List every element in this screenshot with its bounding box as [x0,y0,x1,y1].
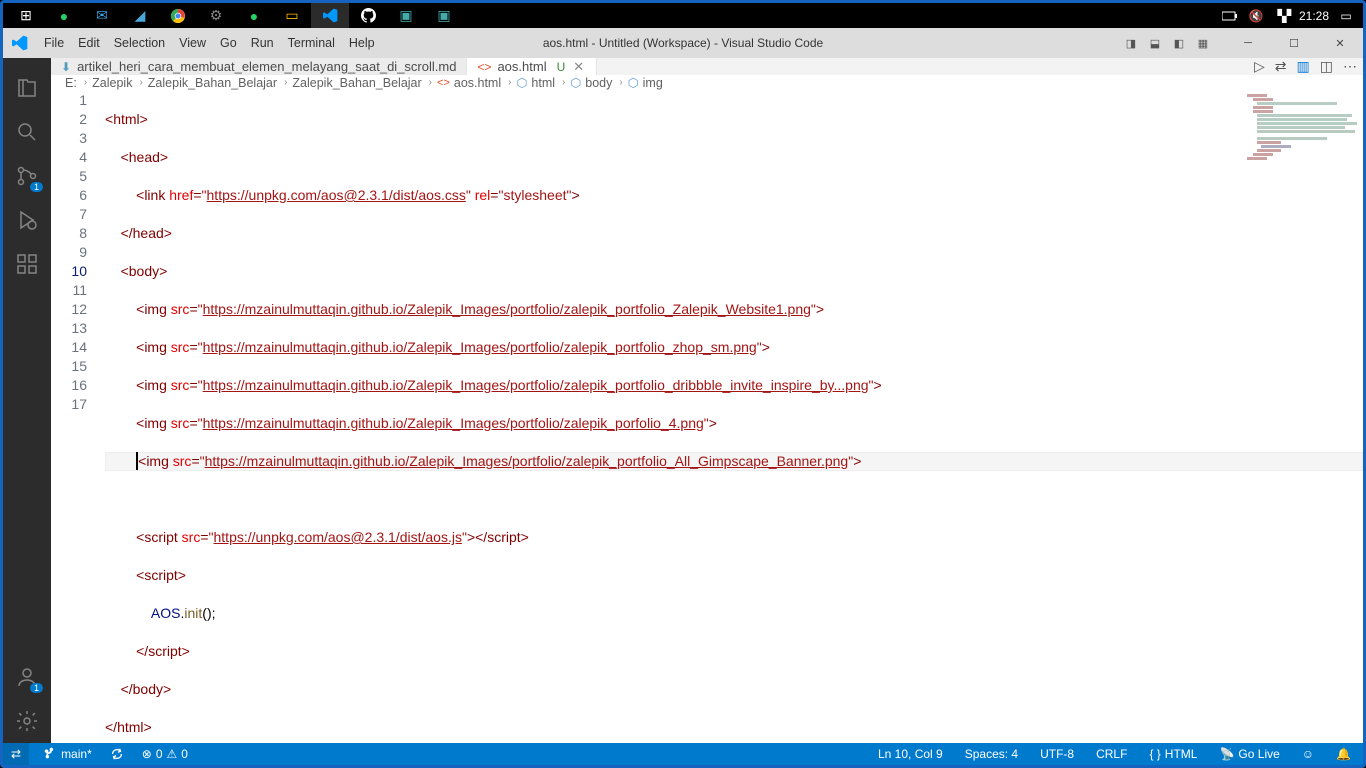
app-icon[interactable]: ◢ [121,3,159,28]
menu-selection[interactable]: Selection [107,28,172,58]
menu-file[interactable]: File [37,28,71,58]
settings-icon[interactable]: ⚙ [197,3,235,28]
minimize-button[interactable]: ─ [1225,28,1271,58]
windows-taskbar: ⊞ ● ✉ ◢ ⚙ ● ▭ ▣ ▣ 🔇 ▝▞ 21:28 ▭ [3,3,1363,28]
markdown-file-icon: ⬇ [61,60,71,74]
network-icon[interactable]: ▝▞ [1273,9,1291,23]
close-tab-icon[interactable]: ✕ [571,59,586,75]
volume-icon[interactable]: 🔇 [1247,9,1265,23]
breadcrumb[interactable]: E:› Zalepik› Zalepik_Bahan_Belajar› Zale… [51,75,1363,90]
symbol-icon: ⬡ [516,75,527,90]
vscode-logo-icon [3,35,37,51]
vscode-task-icon[interactable] [311,3,349,28]
mail-icon[interactable]: ✉ [83,3,121,28]
code-editor[interactable]: 1 2 3 4 5 6 7 8 9 10 11 12 13 14 15 16 1 [51,90,1363,743]
layout-customize-icon[interactable]: ▦ [1193,33,1213,53]
tab-aos-html[interactable]: <> aos.html U ✕ [467,58,597,75]
cursor-position[interactable]: Ln 10, Col 9 [874,747,947,761]
window-title: aos.html - Untitled (Workspace) - Visual… [543,36,823,50]
symbol-icon: ⬡ [570,75,581,90]
whatsapp2-icon[interactable]: ● [235,3,273,28]
tab-markdown[interactable]: ⬇ artikel_heri_cara_membuat_elemen_melay… [51,58,467,75]
tab-label: aos.html [497,59,546,74]
layout-sidebar-left-icon[interactable]: ◨ [1121,33,1141,53]
explorer-activity-icon[interactable] [3,66,51,110]
app2-icon[interactable]: ▣ [387,3,425,28]
code-content[interactable]: <html> <head> <link href="https://unpkg.… [105,90,1363,743]
scm-badge: 1 [30,182,43,192]
git-branch[interactable]: main* [39,743,96,765]
start-icon[interactable]: ⊞ [7,3,45,28]
account-badge: 1 [30,683,43,693]
clock[interactable]: 21:28 [1299,9,1329,23]
layout-panel-icon[interactable]: ⬓ [1145,33,1165,53]
menu-edit[interactable]: Edit [71,28,107,58]
html-file-icon: <> [437,77,450,89]
menu-help[interactable]: Help [342,28,382,58]
explorer-icon[interactable]: ▭ [273,3,311,28]
maximize-button[interactable]: ☐ [1271,28,1317,58]
menu-run[interactable]: Run [244,28,281,58]
accounts-activity-icon[interactable]: 1 [3,655,51,699]
remote-indicator[interactable]: ⇄ [3,743,29,765]
sync-button[interactable] [106,743,128,765]
symbol-icon: ⬡ [628,75,639,90]
search-activity-icon[interactable] [3,110,51,154]
go-live[interactable]: 📡 Go Live [1215,747,1283,761]
settings-activity-icon[interactable] [3,699,51,743]
minimap[interactable] [1243,90,1363,390]
editor-tabs: ⬇ artikel_heri_cara_membuat_elemen_melay… [51,58,1363,75]
encoding[interactable]: UTF-8 [1036,747,1078,761]
notifications-icon[interactable]: 🔔 [1332,747,1355,761]
feedback-icon[interactable]: ☺ [1298,747,1318,761]
whatsapp-icon[interactable]: ● [45,3,83,28]
chrome-icon[interactable] [159,3,197,28]
more-actions-icon[interactable]: ⋯ [1343,58,1357,75]
line-gutter: 1 2 3 4 5 6 7 8 9 10 11 12 13 14 15 16 1 [51,90,105,743]
close-button[interactable]: ✕ [1317,28,1363,58]
menu-terminal[interactable]: Terminal [281,28,342,58]
problems[interactable]: ⊗0 ⚠0 [138,743,192,765]
github-icon[interactable] [349,3,387,28]
editor-area: ⬇ artikel_heri_cara_membuat_elemen_melay… [51,58,1363,743]
tab-git-status: U [557,60,566,74]
run-file-icon[interactable]: ▷ [1254,58,1265,75]
activity-bar: 1 1 [3,58,51,743]
menu-view[interactable]: View [172,28,213,58]
language-mode[interactable]: { } HTML [1145,747,1201,761]
run-activity-icon[interactable] [3,198,51,242]
menu-go[interactable]: Go [213,28,244,58]
battery-icon[interactable] [1221,11,1239,21]
compare-icon[interactable]: ⇄ [1275,58,1287,75]
tab-label: artikel_heri_cara_membuat_elemen_melayan… [77,59,456,74]
html-file-icon: <> [477,60,491,74]
split-editor-icon[interactable]: ◫ [1320,58,1333,75]
eol[interactable]: CRLF [1092,747,1131,761]
indentation[interactable]: Spaces: 4 [961,747,1022,761]
layout-sidebar-right-icon[interactable]: ◧ [1169,33,1189,53]
status-bar: ⇄ main* ⊗0 ⚠0 Ln 10, Col 9 Spaces: 4 UTF… [3,743,1363,765]
scm-activity-icon[interactable]: 1 [3,154,51,198]
notif-icon[interactable]: ▭ [1337,9,1355,23]
extensions-activity-icon[interactable] [3,242,51,286]
vscode-titlebar: File Edit Selection View Go Run Terminal… [3,28,1363,58]
toolbar-icon[interactable]: ▥ [1297,58,1310,75]
app3-icon[interactable]: ▣ [425,3,463,28]
